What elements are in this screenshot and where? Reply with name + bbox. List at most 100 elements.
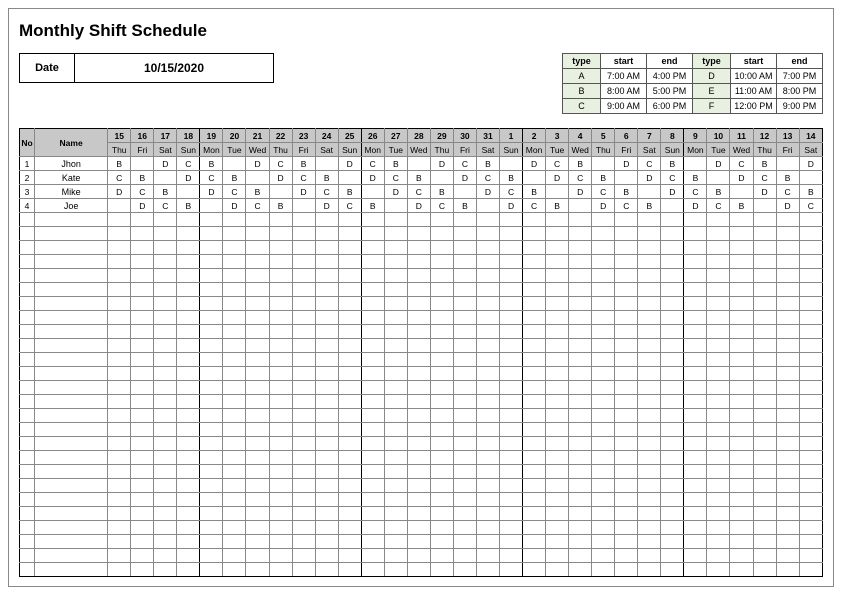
cell-shift [684, 339, 707, 353]
cell-shift [546, 185, 569, 199]
cell-shift: B [476, 157, 499, 171]
cell-shift [638, 479, 661, 493]
cell-shift: C [108, 171, 131, 185]
cell-shift [707, 241, 730, 255]
cell-shift [269, 283, 292, 297]
cell-shift [569, 367, 592, 381]
cell-shift [154, 563, 177, 577]
cell-shift [407, 381, 430, 395]
cell-shift [753, 199, 776, 213]
cell-shift [407, 227, 430, 241]
cell-shift [569, 493, 592, 507]
cell-shift [615, 507, 638, 521]
cell-shift [453, 269, 476, 283]
cell-name [35, 465, 108, 479]
cell-shift [131, 437, 154, 451]
cell-shift [799, 521, 822, 535]
cell-shift: D [338, 157, 361, 171]
cell-shift [592, 353, 615, 367]
cell-shift [569, 465, 592, 479]
cell-shift [108, 255, 131, 269]
cell-shift [292, 255, 315, 269]
cell-shift [407, 311, 430, 325]
cell-shift [200, 409, 223, 423]
cell-shift [361, 437, 384, 451]
cell-shift [384, 409, 407, 423]
cell-shift [131, 269, 154, 283]
cell-shift [200, 507, 223, 521]
header-day: 24 [315, 129, 338, 143]
cell-shift [684, 423, 707, 437]
cell-shift [338, 437, 361, 451]
cell-shift [154, 227, 177, 241]
cell-shift: B [384, 157, 407, 171]
cell-shift [684, 325, 707, 339]
cell-shift [661, 297, 684, 311]
cell-name [35, 507, 108, 521]
cell-shift [776, 353, 799, 367]
cell-shift [177, 185, 200, 199]
cell-shift [154, 549, 177, 563]
cell-name: Joe [35, 199, 108, 213]
cell-name [35, 227, 108, 241]
header-day: 19 [200, 129, 223, 143]
cell-shift [776, 409, 799, 423]
cell-shift [638, 255, 661, 269]
cell-shift [569, 381, 592, 395]
header-dow: Tue [384, 143, 407, 157]
cell-shift: D [154, 157, 177, 171]
cell-shift [799, 297, 822, 311]
header-no: No [20, 129, 35, 157]
cell-shift [108, 563, 131, 577]
cell-shift [661, 241, 684, 255]
cell-shift: C [753, 171, 776, 185]
cell-shift: C [407, 185, 430, 199]
cell-shift [661, 311, 684, 325]
cell-shift [546, 297, 569, 311]
cell-shift [177, 227, 200, 241]
cell-shift [292, 465, 315, 479]
cell-shift [638, 381, 661, 395]
cell-shift [661, 563, 684, 577]
header-dow: Sun [338, 143, 361, 157]
cell-shift [730, 241, 753, 255]
cell-shift [592, 339, 615, 353]
cell-shift [315, 381, 338, 395]
cell-shift [315, 269, 338, 283]
cell-shift [223, 451, 246, 465]
cell-shift [753, 465, 776, 479]
cell-shift [315, 241, 338, 255]
cell-shift [799, 269, 822, 283]
cell-shift [315, 353, 338, 367]
cell-shift: D [500, 199, 523, 213]
cell-name [35, 269, 108, 283]
cell-shift [569, 409, 592, 423]
cell-shift [430, 381, 453, 395]
cell-shift: D [131, 199, 154, 213]
header-dow: Sun [177, 143, 200, 157]
header-day: 2 [523, 129, 546, 143]
cell-shift [753, 311, 776, 325]
cell-shift [269, 507, 292, 521]
cell-shift [730, 521, 753, 535]
cell-shift [407, 367, 430, 381]
cell-shift [776, 395, 799, 409]
cell-shift [384, 241, 407, 255]
cell-no [20, 409, 35, 423]
cell-shift [131, 563, 154, 577]
cell-shift [315, 437, 338, 451]
cell-shift [523, 227, 546, 241]
cell-shift [500, 451, 523, 465]
cell-shift [500, 549, 523, 563]
cell-shift [500, 311, 523, 325]
cell-shift [799, 227, 822, 241]
cell-shift [453, 479, 476, 493]
cell-shift [615, 437, 638, 451]
cell-no [20, 549, 35, 563]
cell-name [35, 325, 108, 339]
cell-shift: D [108, 185, 131, 199]
cell-shift [154, 353, 177, 367]
cell-shift [430, 367, 453, 381]
cell-shift [269, 339, 292, 353]
cell-shift [246, 381, 269, 395]
